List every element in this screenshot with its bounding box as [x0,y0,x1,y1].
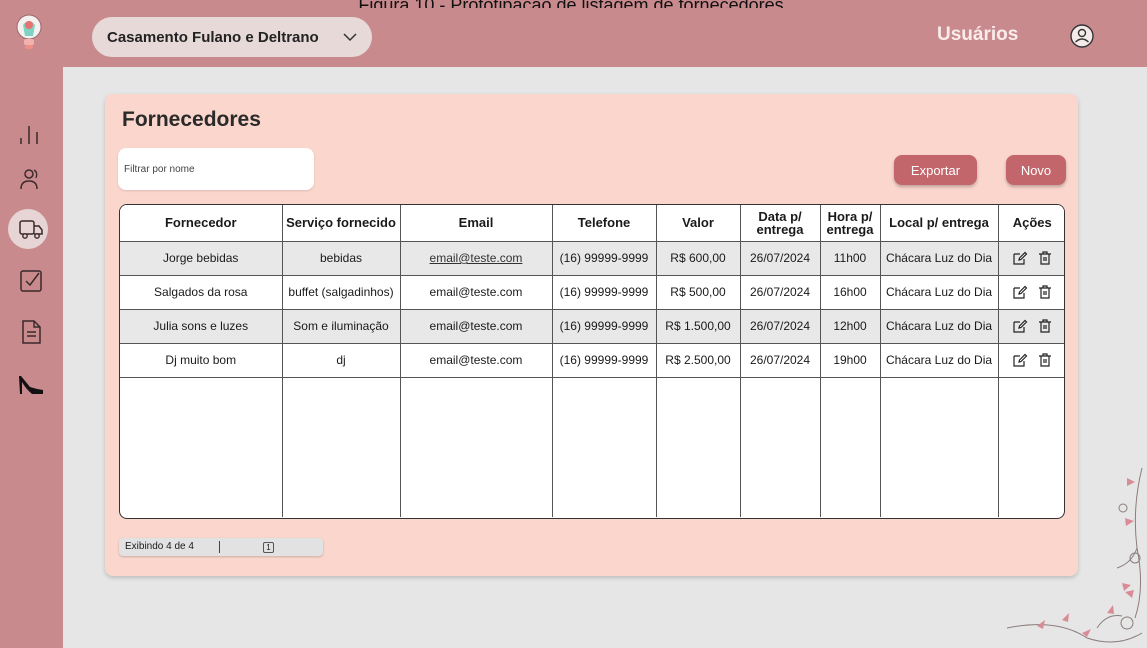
new-button[interactable]: Novo [1006,155,1066,185]
checklist-icon[interactable] [17,267,45,295]
event-selector[interactable]: Casamento Fulano e Deltrano [92,17,372,57]
cell-email: email@teste.com [400,343,553,378]
cell-phone: (16) 99999-9999 [552,241,657,276]
column-header[interactable]: Telefone [552,205,657,242]
column-header: Ações [998,205,1064,242]
email-link[interactable]: email@teste.com [430,251,523,265]
trash-icon[interactable] [1037,318,1053,334]
high-heel-icon[interactable] [17,370,45,398]
column-header[interactable]: Hora p/ entrega [820,205,881,242]
users-icon[interactable] [17,165,45,193]
cell-date: 26/07/2024 [740,241,821,276]
cell-actions [998,309,1064,344]
cell-service: dj [282,343,401,378]
cell-time: 12h00 [820,309,881,344]
app-logo [16,14,42,49]
table-header-row: Fornecedor Serviço fornecido Email Telef… [120,205,1064,242]
filter-input[interactable] [118,148,314,190]
cell-date: 26/07/2024 [740,275,821,310]
cell-actions [998,275,1064,310]
column-header[interactable]: Data p/ entrega [740,205,821,242]
cell-value: R$ 500,00 [656,275,741,310]
cell-phone: (16) 99999-9999 [552,343,657,378]
trash-icon[interactable] [1037,250,1053,266]
column-header[interactable]: Fornecedor [120,205,283,242]
cell-value: R$ 2.500,00 [656,343,741,378]
suppliers-panel: Fornecedores Exportar Novo Fornecedor Se… [105,94,1078,576]
cell-supplier: Salgados da rosa [120,275,283,310]
cell-supplier: Julia sons e luzes [120,309,283,344]
cell-supplier: Dj muito bom [120,343,283,378]
user-avatar-icon[interactable] [1070,24,1094,48]
cell-location: Chácara Luz do Dia [880,241,999,276]
table-row[interactable]: Jorge bebidas bebidas email@teste.com (1… [120,241,1064,276]
table-row[interactable]: Dj muito bom dj email@teste.com (16) 999… [120,343,1064,378]
column-header[interactable]: Email [400,205,553,242]
suppliers-table: Fornecedor Serviço fornecido Email Telef… [119,204,1065,519]
table-row[interactable]: Salgados da rosa buffet (salgadinhos) em… [120,275,1064,310]
figure-caption: Figura 10 - Prototipação de listagem de … [0,0,1147,8]
cell-location: Chácara Luz do Dia [880,275,999,310]
chevron-down-icon [343,33,357,42]
cell-actions [998,343,1064,378]
cell-value: R$ 600,00 [656,241,741,276]
export-button[interactable]: Exportar [894,155,977,185]
cell-time: 16h00 [820,275,881,310]
cell-value: R$ 1.500,00 [656,309,741,344]
chart-icon[interactable] [17,118,45,146]
cell-actions [998,241,1064,276]
edit-icon[interactable] [1012,284,1028,300]
column-header[interactable]: Serviço fornecido [282,205,401,242]
trash-icon[interactable] [1037,284,1053,300]
cell-date: 26/07/2024 [740,309,821,344]
column-header[interactable]: Local p/ entrega [880,205,999,242]
cell-email: email@teste.com [400,275,553,310]
cell-time: 19h00 [820,343,881,378]
cell-supplier: Jorge bebidas [120,241,283,276]
empty-table-area [120,377,1064,517]
table-row[interactable]: Julia sons e luzes Som e iluminação emai… [120,309,1064,344]
cell-email: email@teste.com [400,309,553,344]
document-icon[interactable] [17,318,45,346]
edit-icon[interactable] [1012,352,1028,368]
cell-location: Chácara Luz do Dia [880,343,999,378]
page-number-button[interactable]: 1 [263,541,274,553]
cell-service: buffet (salgadinhos) [282,275,401,310]
edit-icon[interactable] [1012,318,1028,334]
event-name: Casamento Fulano e Deltrano [107,28,319,46]
edit-icon[interactable] [1012,250,1028,266]
cell-service: bebidas [282,241,401,276]
users-link[interactable]: Usuários [937,24,1018,46]
page-title: Fornecedores [122,108,261,131]
trash-icon[interactable] [1037,352,1053,368]
cell-location: Chácara Luz do Dia [880,309,999,344]
floral-decoration [1006,467,1143,643]
pagination-count: Exibindo 4 de 4 [119,541,220,553]
cell-phone: (16) 99999-9999 [552,309,657,344]
column-header[interactable]: Valor [656,205,741,242]
pagination-bar: Exibindo 4 de 4 1 [119,538,323,556]
cell-email[interactable]: email@teste.com [400,241,553,276]
cell-service: Som e iluminação [282,309,401,344]
cell-time: 11h00 [820,241,881,276]
cell-phone: (16) 99999-9999 [552,275,657,310]
truck-icon[interactable] [17,215,45,243]
cell-date: 26/07/2024 [740,343,821,378]
